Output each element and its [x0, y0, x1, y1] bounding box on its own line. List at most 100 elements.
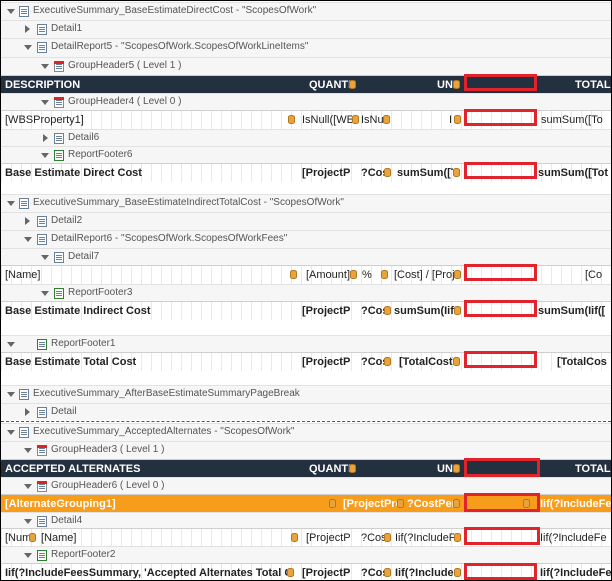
collapse-arrow-icon[interactable]	[7, 392, 15, 397]
cost-ratio-field[interactable]: [Cost] / [Proj	[392, 266, 454, 284]
cost-per-field[interactable]: ?Cos	[359, 302, 385, 320]
collapse-arrow-icon[interactable]	[41, 291, 49, 296]
name-field[interactable]: [Name]	[3, 266, 287, 284]
wbs-property-field[interactable]: [WBSProperty1]	[3, 111, 287, 129]
iif-field[interactable]: Iif(?IncludeFe	[393, 564, 454, 580]
iif-field[interactable]: Iif(?IncludeFe	[538, 495, 611, 512]
highlight-box	[464, 351, 537, 368]
database-field-icon	[287, 568, 294, 577]
band-executivesummary-basedirectcost[interactable]: ExecutiveSummary_BaseEstimateDirectCost …	[1, 2, 611, 20]
band-label: ReportFooter2	[51, 549, 116, 560]
collapse-arrow-icon[interactable]	[7, 342, 15, 347]
base-total-cost-label[interactable]: Base Estimate Total Cost	[3, 353, 293, 371]
band-executivesummary-acceptedalternates[interactable]: ExecutiveSummary_AcceptedAlternates - "S…	[1, 423, 611, 441]
project-field[interactable]: [ProjectP	[300, 302, 355, 320]
collapse-arrow-icon[interactable]	[24, 237, 32, 242]
iif-total-field[interactable]: Iif(?IncludeFe	[538, 564, 611, 580]
band-detailreport5[interactable]: DetailReport5 - "ScopesOfWork.ScopesOfWo…	[1, 38, 611, 57]
sum-field[interactable]: sumSum([T	[395, 164, 453, 182]
band-groupheader3[interactable]: GroupHeader3 ( Level 1 )	[1, 441, 611, 459]
band-reportfooter1[interactable]: ReportFooter1	[1, 335, 611, 352]
num-field[interactable]: [Num	[3, 529, 29, 546]
project-field[interactable]: [ProjectP	[300, 564, 355, 580]
name-field[interactable]: [Name]	[39, 529, 289, 546]
report-footer-icon	[37, 550, 47, 561]
amount-field[interactable]: [Amount]	[304, 266, 350, 284]
total-cost-total-field[interactable]: [TotalCos	[555, 353, 611, 371]
collapse-arrow-icon[interactable]	[7, 9, 15, 14]
band-executivesummary-pagebreak[interactable]: ExecutiveSummary_AfterBaseEstimateSummar…	[1, 385, 611, 403]
sum-iif-field[interactable]: sumSum(Iif(	[392, 302, 454, 320]
collapse-arrow-icon[interactable]	[41, 64, 49, 69]
expand-arrow-icon[interactable]	[25, 25, 30, 33]
band-detail[interactable]: Detail	[1, 403, 611, 420]
total-cost-field[interactable]: [TotalCost]	[397, 353, 453, 371]
band-detail4[interactable]: Detail4	[1, 512, 611, 528]
cost-per-field[interactable]: ?CostPer	[405, 495, 453, 512]
total-header[interactable]: TOTAL	[573, 76, 611, 93]
band-label: GroupHeader5 ( Level 1 )	[68, 60, 182, 71]
accepted-alternates-header[interactable]: ACCEPTED ALTERNATES	[3, 460, 293, 477]
base-direct-cost-label[interactable]: Base Estimate Direct Cost	[3, 164, 293, 182]
band-reportfooter6[interactable]: ReportFooter6	[1, 146, 611, 163]
database-field-icon	[454, 533, 461, 542]
expand-arrow-icon[interactable]	[25, 408, 30, 416]
database-field-icon	[384, 357, 391, 366]
alternate-grouping-field[interactable]: [AlternateGrouping1]	[3, 495, 303, 512]
iif-total-field[interactable]: Iif(?IncludeFe	[538, 529, 611, 546]
collapse-arrow-icon[interactable]	[24, 484, 32, 489]
quantity-header[interactable]: QUANTI	[307, 76, 351, 93]
database-field-icon	[454, 306, 461, 315]
database-field-icon	[454, 270, 461, 279]
collapse-arrow-icon[interactable]	[24, 45, 32, 50]
quantity-header[interactable]: QUANTI	[307, 460, 351, 477]
band-groupheader4[interactable]: GroupHeader4 ( Level 0 )	[1, 93, 611, 110]
band-detail6[interactable]: Detail6	[1, 129, 611, 146]
cost-per-field[interactable]: ?Cos	[359, 529, 385, 546]
highlight-box	[464, 458, 540, 477]
project-field[interactable]: [ProjectP	[300, 353, 355, 371]
band-groupheader5[interactable]: GroupHeader5 ( Level 1 )	[1, 57, 611, 75]
band-detail1[interactable]: Detail1	[1, 20, 611, 38]
quantity-field[interactable]: IsNull([WE	[300, 111, 352, 129]
iif-field[interactable]: Iif(?IncludeFe	[393, 529, 454, 546]
sum-iif-total-field[interactable]: sumSum(Iif([	[536, 302, 611, 320]
band-detail2[interactable]: Detail2	[1, 212, 611, 230]
band-reportfooter2[interactable]: ReportFooter2	[1, 546, 611, 563]
collapse-arrow-icon[interactable]	[24, 448, 32, 453]
percent-field[interactable]: %	[360, 266, 380, 284]
database-field-icon	[350, 270, 357, 279]
project-field[interactable]: [ProjectPro	[341, 495, 397, 512]
total-header[interactable]: TOTAL	[573, 460, 611, 477]
band-detailreport6[interactable]: DetailReport6 - "ScopesOfWork.ScopesOfWo…	[1, 230, 611, 248]
collapse-arrow-icon[interactable]	[7, 430, 15, 435]
total-field[interactable]: sumSum([To	[539, 111, 611, 129]
cost-per-field[interactable]: ?Cos	[359, 564, 385, 580]
group-header-icon	[37, 481, 47, 492]
sum-total-field[interactable]: sumSum([Tot	[536, 164, 611, 182]
project-field[interactable]: [ProjectP	[304, 529, 356, 546]
band-executivesummary-indirectcost[interactable]: ExecutiveSummary_BaseEstimateIndirectTot…	[1, 194, 611, 212]
expand-arrow-icon[interactable]	[43, 134, 48, 142]
alternates-total-label[interactable]: Iif(?IncludeFeesSummary, 'Accepted Alter…	[3, 564, 287, 580]
collapse-arrow-icon[interactable]	[41, 255, 49, 260]
collapse-arrow-icon[interactable]	[41, 100, 49, 105]
base-indirect-cost-label[interactable]: Base Estimate Indirect Cost	[3, 302, 293, 320]
cost-per-field[interactable]: ?Cos	[359, 164, 385, 182]
database-field-icon	[29, 533, 36, 542]
band-reportfooter3[interactable]: ReportFooter3	[1, 284, 611, 301]
collapse-arrow-icon[interactable]	[41, 153, 49, 158]
cost-per-field[interactable]: ?Cos	[359, 353, 385, 371]
band-groupheader6[interactable]: GroupHeader6 ( Level 0 )	[1, 477, 611, 494]
expand-arrow-icon[interactable]	[25, 217, 30, 225]
unit-field[interactable]: IsNu	[359, 111, 383, 129]
highlight-box	[464, 109, 537, 126]
collapse-arrow-icon[interactable]	[24, 519, 32, 524]
collapse-arrow-icon[interactable]	[24, 553, 32, 558]
band-detail7[interactable]: Detail7	[1, 248, 611, 265]
collapse-arrow-icon[interactable]	[7, 201, 15, 206]
project-field[interactable]: [ProjectP	[300, 164, 355, 182]
cost-field[interactable]: [Co	[583, 266, 611, 284]
band-label: ReportFooter6	[68, 149, 133, 160]
description-header[interactable]: DESCRIPTION	[3, 76, 293, 93]
